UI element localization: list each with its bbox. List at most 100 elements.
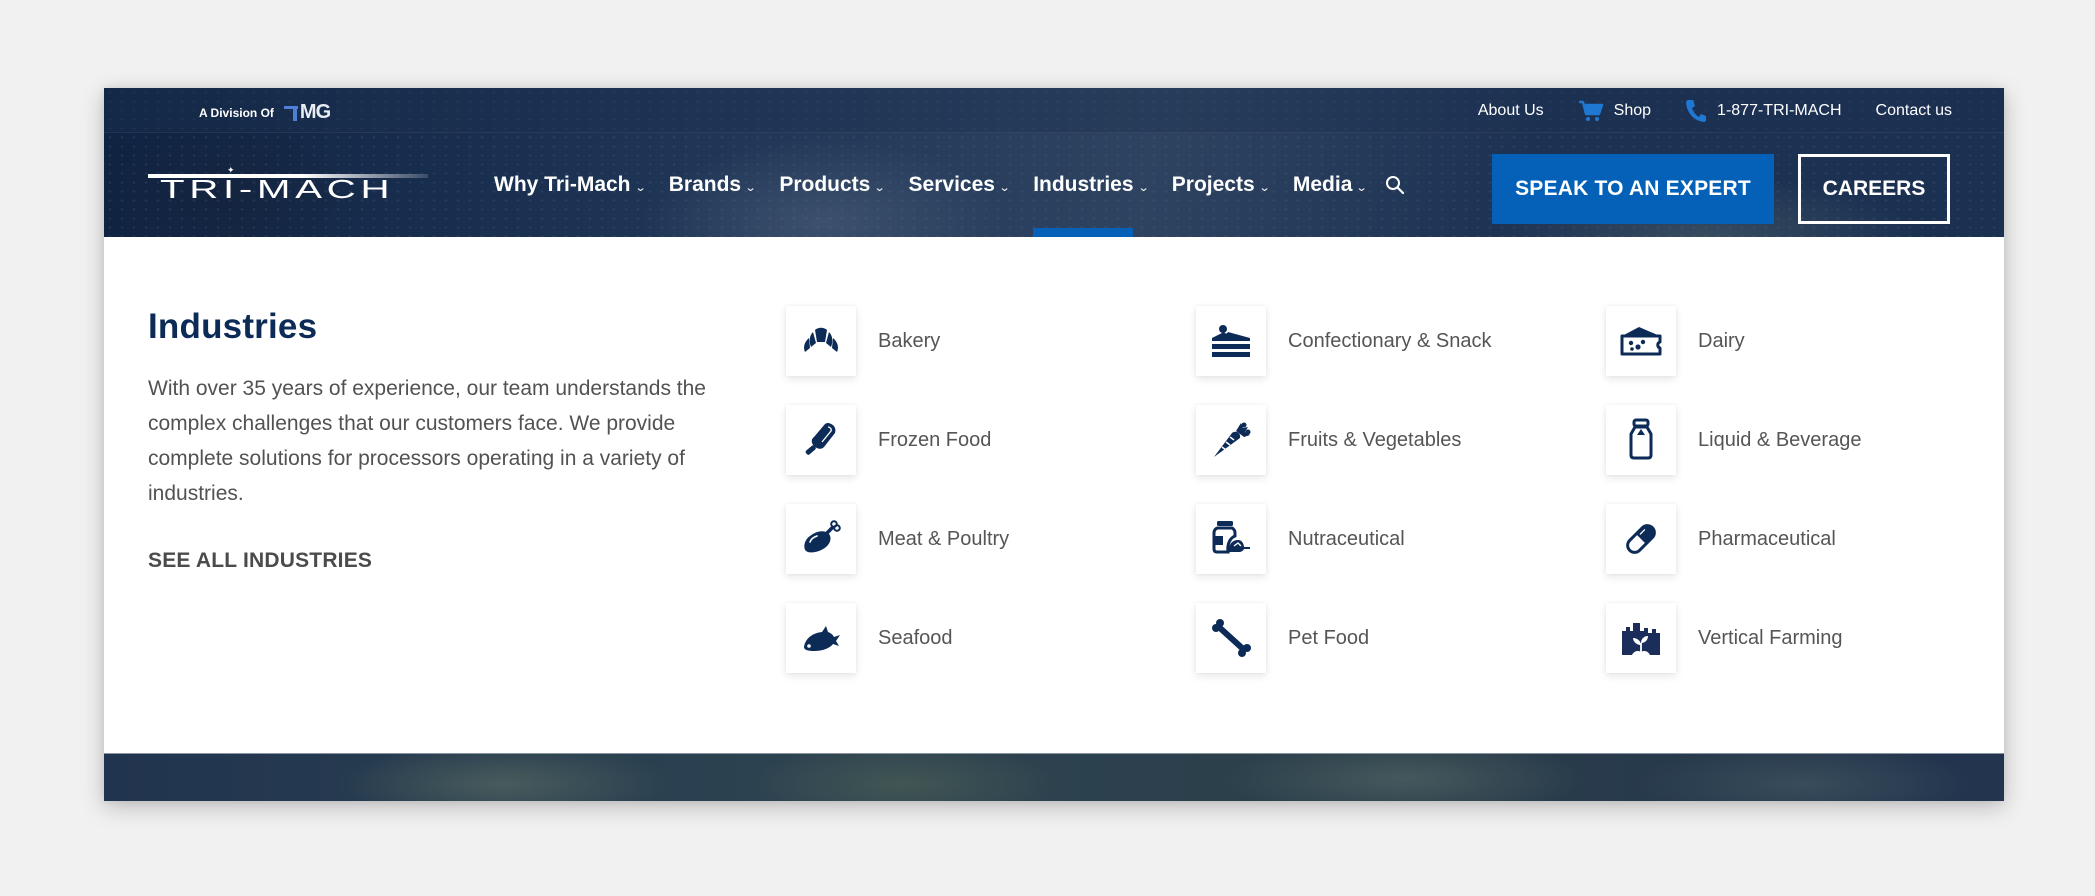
cart-icon (1578, 100, 1603, 121)
industry-label: Bakery (878, 330, 941, 352)
chevron-down-icon: ⌄ (1137, 181, 1150, 194)
tmg-logo-text: MG (299, 101, 331, 123)
industry-dairy[interactable]: Dairy (1606, 306, 1986, 405)
industry-label: Dairy (1698, 330, 1745, 352)
industry-icon-box (1196, 603, 1266, 673)
careers-button[interactable]: CAREERS (1798, 154, 1950, 224)
nav-industries[interactable]: Industries ⌄ (1033, 133, 1150, 237)
vertical-farm-icon (1622, 623, 1660, 655)
nav-media[interactable]: Media ⌄ (1292, 133, 1368, 237)
industry-icon-box (1606, 504, 1676, 574)
industry-label: Vertical Farming (1698, 627, 1843, 649)
tmg-mark-icon (283, 105, 298, 121)
shop-link[interactable]: Shop (1578, 100, 1651, 122)
bone-icon (1212, 619, 1251, 657)
utility-bar: A Division Of MG About Us Shop 1-877-TRI… (104, 88, 2004, 133)
industries-mega-menu: Industries With over 35 years of experie… (104, 237, 2004, 753)
industry-frozen-food[interactable]: Frozen Food (786, 405, 1196, 504)
nav-brands[interactable]: Brands ⌄ (668, 133, 757, 237)
drumstick-icon (804, 520, 841, 553)
nav-label: Why Tri-Mach (494, 173, 631, 196)
industry-icon-box (1196, 306, 1266, 376)
popsicle-icon (805, 423, 836, 455)
industry-liquid-beverage[interactable]: Liquid & Beverage (1606, 405, 1986, 504)
industry-icon-box (786, 504, 856, 574)
industry-label: Confectionary & Snack (1288, 330, 1492, 352)
industry-icon-box (1196, 405, 1266, 475)
industry-icon-box (1606, 603, 1676, 673)
phone-link[interactable]: 1-877-TRI-MACH (1685, 99, 1842, 123)
cake-slice-icon (1212, 325, 1250, 357)
panel-title: Industries (148, 307, 318, 346)
logo-text: TRI-MACH (160, 174, 395, 204)
contact-us-label: Contact us (1875, 101, 1952, 119)
chevron-down-icon: ⌄ (744, 181, 757, 194)
carrot-icon (1214, 422, 1251, 457)
industry-label: Seafood (878, 627, 953, 649)
croissant-icon (804, 327, 838, 352)
about-us-link[interactable]: About Us (1478, 102, 1544, 120)
milk-bottle-icon (1629, 418, 1653, 460)
capsule-icon (1626, 524, 1656, 554)
industry-icon-box (786, 306, 856, 376)
nav-label: Services (908, 173, 995, 196)
industries-grid: Bakery Confectionary & Snack Dairy Froze… (786, 306, 1986, 702)
shop-label: Shop (1613, 101, 1652, 119)
speak-to-expert-button[interactable]: SPEAK TO AN EXPERT (1492, 154, 1774, 224)
industry-label: Meat & Poultry (878, 528, 1010, 550)
industry-label: Fruits & Vegetables (1288, 429, 1462, 451)
tri-mach-logo[interactable]: ✦ TRI-MACH (148, 166, 432, 205)
hero-image-strip (104, 753, 2004, 801)
chevron-down-icon: ⌄ (1258, 181, 1271, 194)
search-button[interactable] (1383, 173, 1407, 197)
industry-label: Frozen Food (878, 429, 992, 451)
industry-pet-food[interactable]: Pet Food (1196, 603, 1606, 702)
nav-label: Industries (1033, 173, 1134, 196)
about-us-label: About Us (1477, 101, 1544, 119)
contact-us-link[interactable]: Contact us (1876, 102, 1952, 120)
industries-intro: Industries With over 35 years of experie… (148, 307, 738, 573)
industry-pharmaceutical[interactable]: Pharmaceutical (1606, 504, 1986, 603)
industry-icon-box (786, 405, 856, 475)
browser-page: A Division Of MG About Us Shop 1-877-TRI… (104, 88, 2004, 801)
maple-leaf-icon: ✦ (227, 165, 235, 175)
see-all-industries-link[interactable]: SEE ALL INDUSTRIES (148, 549, 372, 573)
main-nav: Why Tri-Mach ⌄ Brands ⌄ Products ⌄ Servi… (494, 133, 1407, 237)
division-badge[interactable]: A Division Of MG (199, 101, 331, 124)
industry-icon-box (1606, 405, 1676, 475)
industry-nutraceutical[interactable]: Nutraceutical (1196, 504, 1606, 603)
site-header: A Division Of MG About Us Shop 1-877-TRI… (104, 88, 2004, 237)
industry-icon-box (1196, 504, 1266, 574)
nav-label: Media (1292, 173, 1353, 196)
utility-links: About Us Shop 1-877-TRI-MACH Contact us (1478, 88, 1952, 133)
cheese-icon (1620, 327, 1662, 356)
supplement-jar-icon (1212, 521, 1250, 554)
industry-fruits-vegetables[interactable]: Fruits & Vegetables (1196, 405, 1606, 504)
nav-label: Products (779, 173, 871, 196)
industry-vertical-farming[interactable]: Vertical Farming (1606, 603, 1986, 702)
chevron-down-icon: ⌄ (1355, 181, 1368, 194)
nav-label: Projects (1171, 173, 1255, 196)
panel-description: With over 35 years of experience, our te… (148, 377, 706, 505)
industry-label: Liquid & Beverage (1698, 429, 1862, 451)
chevron-down-icon: ⌄ (634, 181, 647, 194)
nav-label: Brands (668, 173, 742, 196)
chevron-down-icon: ⌄ (873, 181, 886, 194)
division-label: A Division Of (199, 105, 274, 120)
industry-seafood[interactable]: Seafood (786, 603, 1196, 702)
phone-number: 1-877-TRI-MACH (1717, 101, 1842, 119)
search-icon (1385, 176, 1404, 195)
industry-meat-poultry[interactable]: Meat & Poultry (786, 504, 1196, 603)
nav-products[interactable]: Products ⌄ (779, 133, 886, 237)
industry-label: Pet Food (1288, 627, 1370, 649)
fish-icon (804, 626, 840, 651)
industry-bakery[interactable]: Bakery (786, 306, 1196, 405)
nav-why-tri-mach[interactable]: Why Tri-Mach ⌄ (494, 133, 647, 237)
industry-confectionary-snack[interactable]: Confectionary & Snack (1196, 306, 1606, 405)
industry-label: Nutraceutical (1288, 528, 1405, 550)
industry-icon-box (786, 603, 856, 673)
nav-projects[interactable]: Projects ⌄ (1171, 133, 1271, 237)
nav-services[interactable]: Services ⌄ (908, 133, 1011, 237)
industry-icon-box (1606, 306, 1676, 376)
tmg-logo[interactable]: MG (283, 101, 331, 124)
